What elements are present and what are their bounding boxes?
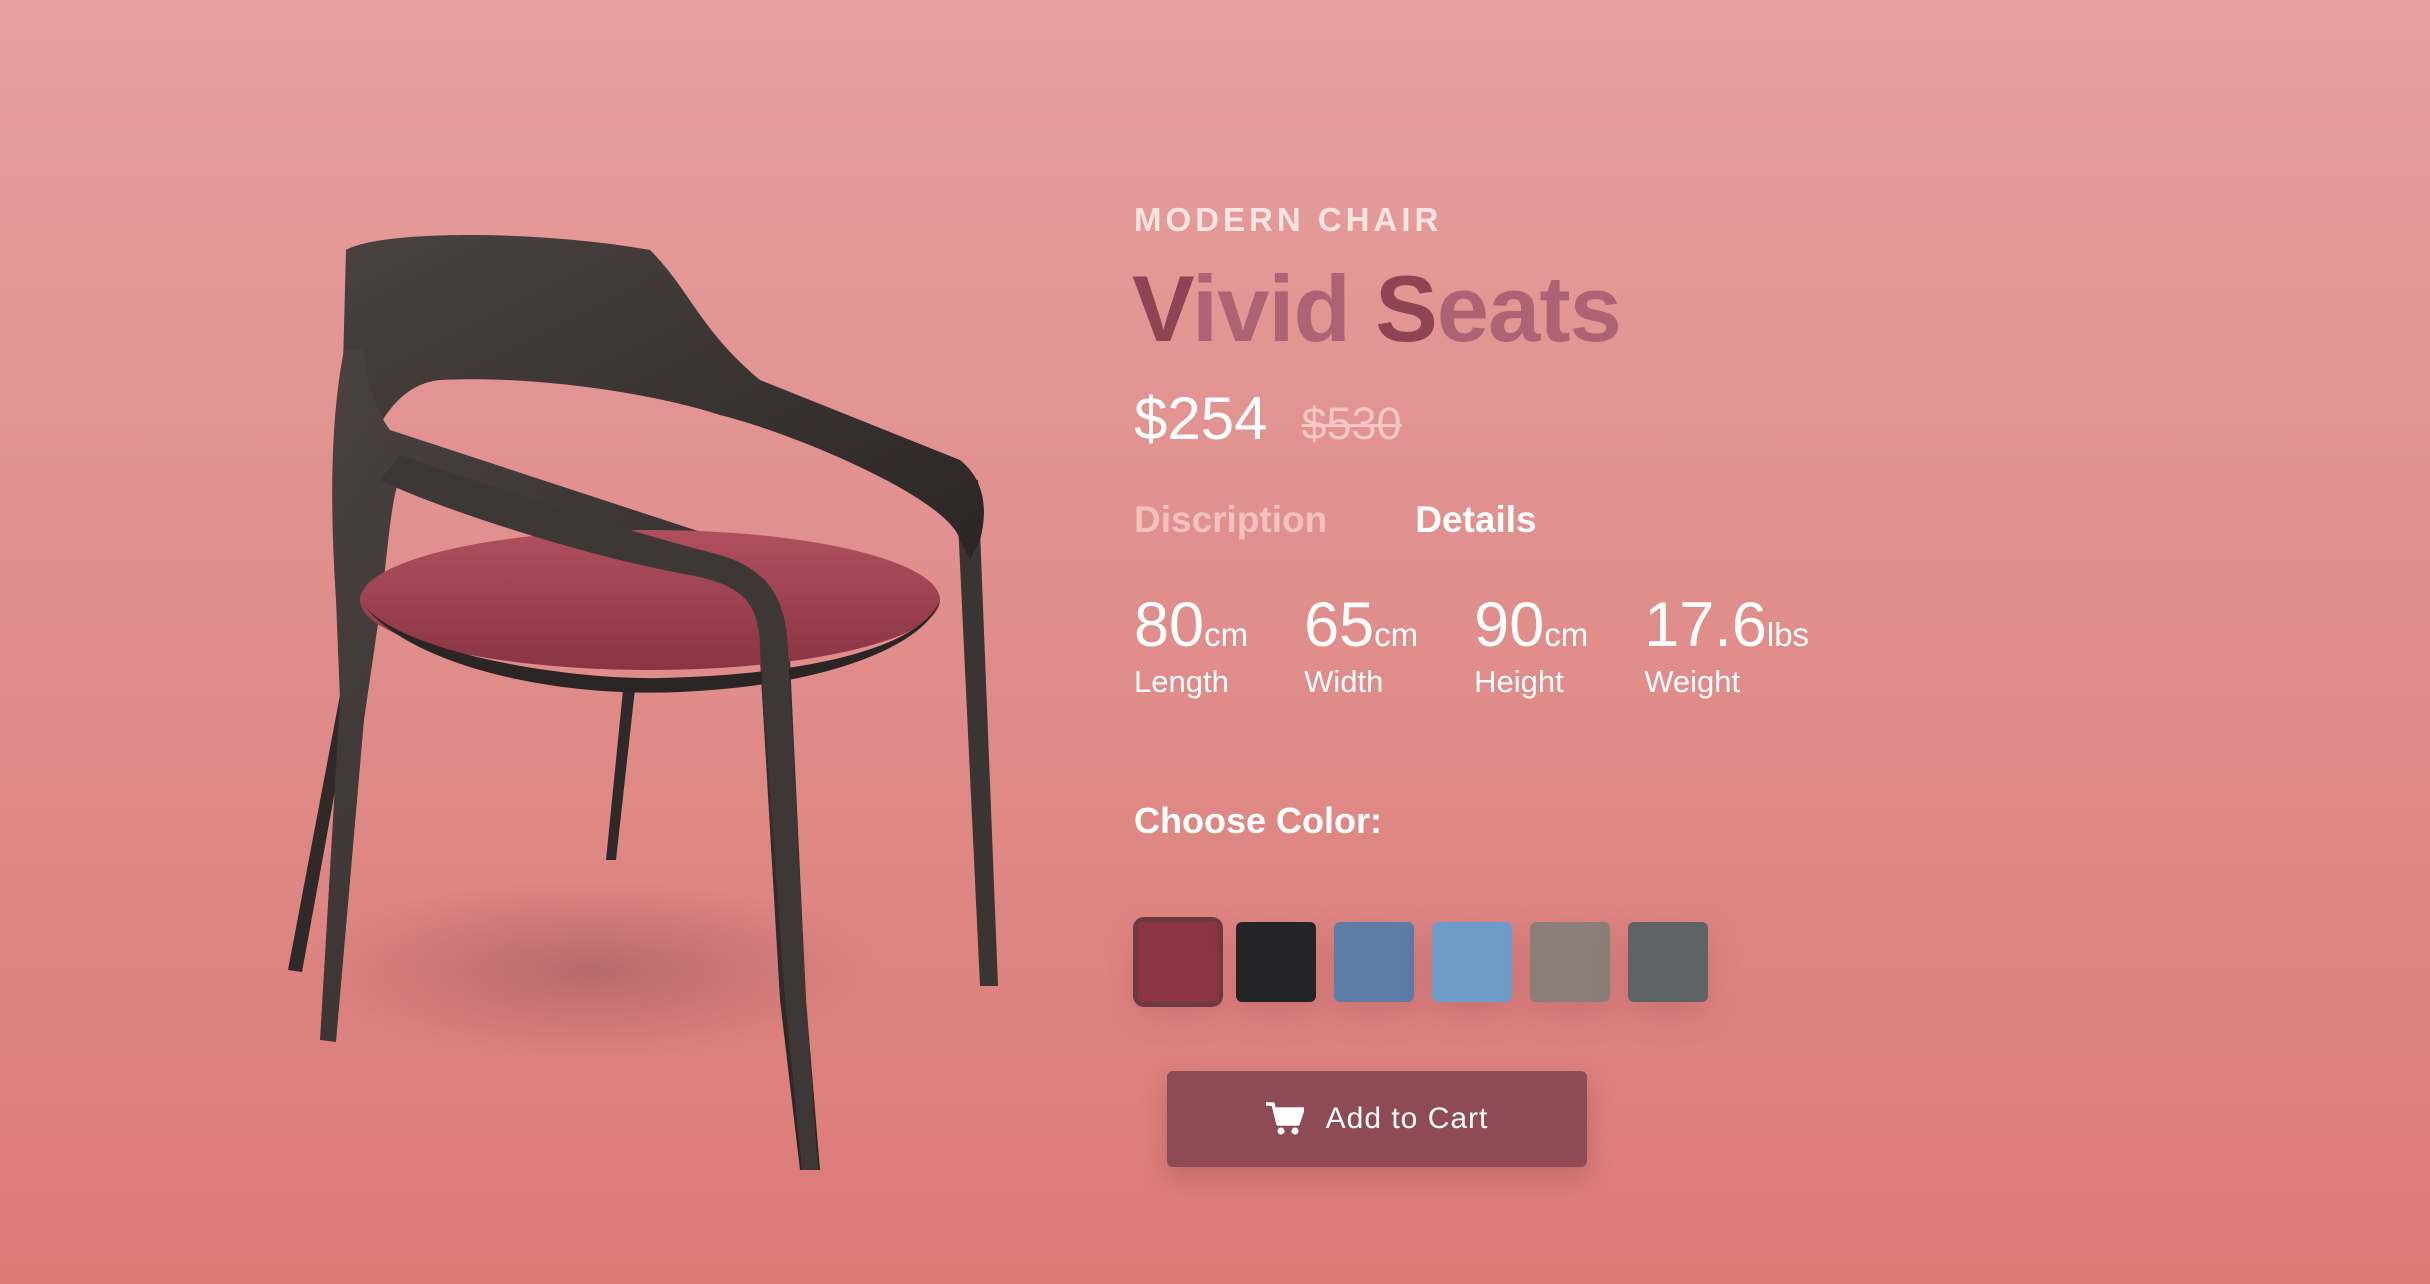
spec-unit: lbs — [1766, 616, 1810, 653]
tab-description[interactable]: Discription — [1134, 498, 1327, 542]
spec-value: 90 — [1474, 590, 1545, 660]
spec-list: 80cm Length 65cm Width 90cm Height 17.6l… — [1134, 592, 2234, 700]
spec-length: 80cm Length — [1134, 592, 1248, 700]
swatch-grey-fabric[interactable] — [1628, 922, 1708, 1002]
spec-value: 17.6 — [1644, 590, 1767, 660]
swatch-blue-velvet[interactable] — [1334, 922, 1414, 1002]
chair-illustration — [288, 235, 998, 1170]
spec-unit: cm — [1374, 616, 1419, 653]
choose-color-label: Choose Color: — [1134, 800, 1382, 841]
price-row: $254 $530 — [1134, 384, 2234, 454]
swatch-red-fabric[interactable] — [1133, 917, 1223, 1007]
product-image — [240, 180, 1060, 1200]
add-to-cart-label: Add to Cart — [1325, 1102, 1489, 1135]
title-word-1: Vivid — [1132, 256, 1351, 361]
swatch-taupe-fabric[interactable] — [1530, 922, 1610, 1002]
add-to-cart-button[interactable]: Add to Cart — [1167, 1071, 1587, 1167]
old-price: $530 — [1301, 398, 1402, 449]
product-title: Vivid Seats — [1132, 254, 2234, 364]
spec-unit: cm — [1544, 616, 1589, 653]
spec-label: Weight — [1644, 664, 1741, 699]
spec-value: 65 — [1304, 590, 1375, 660]
product-category: MODERN CHAIR — [1134, 201, 1443, 238]
product-info: MODERN CHAIR Vivid Seats $254 $530 Discr… — [1132, 200, 2234, 1007]
spec-label: Height — [1474, 664, 1564, 699]
spec-label: Length — [1134, 664, 1229, 699]
swatch-light-blue-fabric[interactable] — [1432, 922, 1512, 1002]
tab-details[interactable]: Details — [1415, 498, 1536, 542]
cart-icon — [1265, 1102, 1304, 1136]
spec-height: 90cm Height — [1474, 592, 1588, 700]
swatch-black-fabric[interactable] — [1236, 922, 1316, 1002]
info-tabs: Discription Details — [1134, 498, 2234, 542]
current-price: $254 — [1134, 385, 1268, 452]
spec-value: 80 — [1134, 590, 1205, 660]
title-word-2: Seats — [1375, 256, 1622, 361]
spec-width: 65cm Width — [1304, 592, 1418, 700]
spec-label: Width — [1304, 664, 1384, 699]
spec-weight: 17.6lbs Weight — [1644, 592, 1809, 700]
spec-unit: cm — [1204, 616, 1249, 653]
color-swatches — [1133, 917, 2234, 1007]
